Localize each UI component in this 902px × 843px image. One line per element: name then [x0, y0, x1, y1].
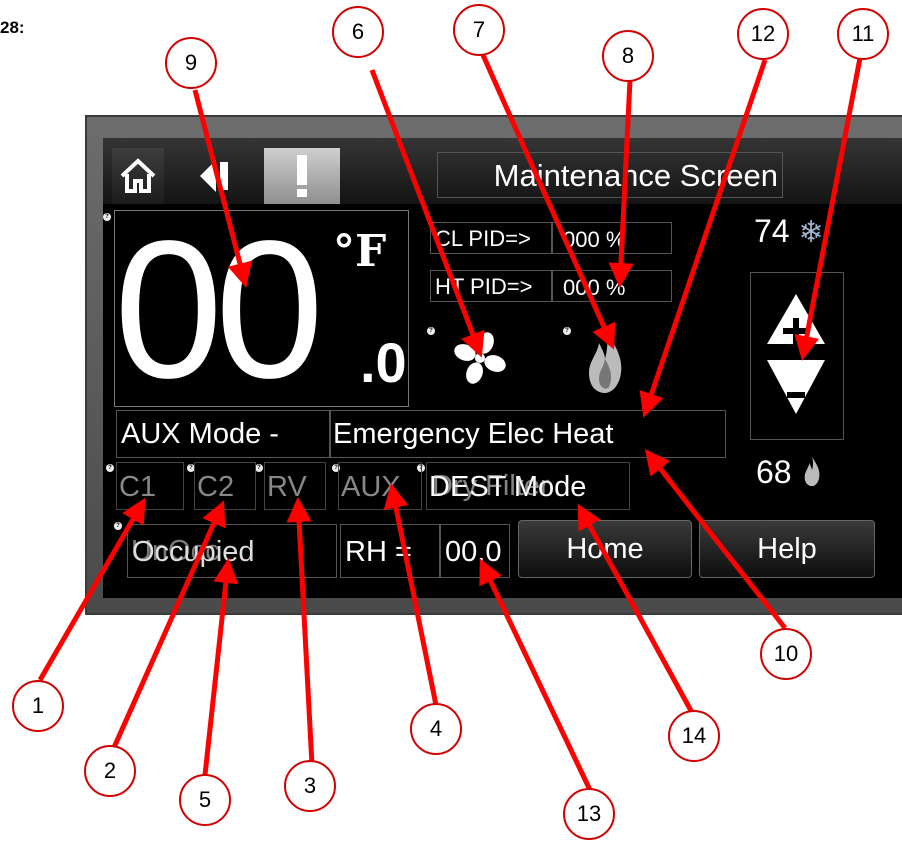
callout-1: 1: [12, 680, 64, 732]
decrease-button[interactable]: [763, 356, 829, 423]
increase-button[interactable]: [763, 288, 829, 353]
callout-3: 3: [284, 760, 336, 812]
callout-6: 6: [332, 6, 384, 58]
mode-value: Emergency Elec Heat: [330, 410, 726, 458]
callout-7: 7: [453, 4, 505, 56]
heat-setpoint-value: 68: [756, 454, 792, 490]
callout-2: 2: [84, 745, 136, 797]
heat-pid-value: 000 %: [552, 270, 672, 302]
callout-14: 14: [668, 710, 720, 762]
help-marker[interactable]: ?: [106, 464, 114, 472]
cool-setpoint-value: 74: [754, 213, 790, 249]
cool-pid-value: 000 %: [552, 222, 672, 254]
help-marker[interactable]: ?: [114, 522, 122, 530]
help-marker[interactable]: ?: [563, 327, 571, 335]
relay-c1: C1: [116, 462, 184, 510]
callout-4: 4: [410, 703, 462, 755]
temperature-decimal: .0: [360, 331, 407, 394]
callout-12: 12: [737, 8, 789, 60]
help-button[interactable]: Help: [699, 520, 875, 578]
heat-setpoint: 68: [756, 454, 824, 495]
figure-label: 28:: [0, 18, 25, 37]
temperature-whole: 00: [114, 200, 324, 419]
help-marker[interactable]: ?: [427, 327, 435, 335]
callout-11: 11: [837, 8, 889, 60]
home-icon[interactable]: [112, 148, 164, 204]
relay-aux: AUX: [338, 462, 422, 510]
back-arrow-icon[interactable]: [188, 148, 240, 204]
flame-icon: [800, 455, 824, 495]
flame-icon: [585, 325, 625, 400]
screen-title: Maintenance Screen: [437, 152, 783, 198]
mode-label: AUX Mode -: [116, 410, 330, 458]
temperature-unit: °F: [333, 226, 387, 277]
cool-pid-label: CL PID=>: [430, 222, 552, 254]
rh-value: 00.0: [440, 524, 510, 578]
relay-rv: RV: [264, 462, 326, 510]
snowflake-icon: ❄: [798, 216, 824, 249]
callout-13: 13: [563, 788, 615, 840]
heat-pid-label: HT PID=>: [430, 270, 552, 302]
help-marker[interactable]: ?: [255, 464, 263, 472]
callout-9: 9: [165, 37, 217, 89]
callout-10: 10: [760, 628, 812, 680]
unocc-overlap: UnOcc: [131, 535, 220, 567]
dry-filter-overlap: Dry Filter: [432, 470, 550, 502]
rh-label: RH =: [340, 524, 440, 578]
cool-setpoint: 74 ❄: [754, 213, 824, 250]
relay-c2: C2: [194, 462, 256, 510]
home-button[interactable]: Home: [518, 520, 692, 578]
alert-icon[interactable]: [264, 148, 340, 204]
callout-5: 5: [179, 774, 231, 826]
fan-icon: [450, 330, 510, 391]
help-marker[interactable]: ?: [103, 213, 111, 221]
callout-8: 8: [602, 30, 654, 82]
